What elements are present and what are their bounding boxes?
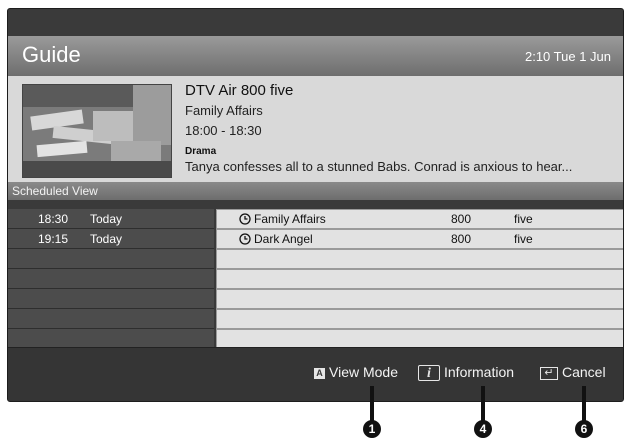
callout-line <box>370 386 374 424</box>
schedule-time-cell <box>8 249 214 269</box>
guide-footer: A View Mode i Information ↵ Cancel <box>8 347 623 401</box>
schedule-program-cell[interactable] <box>216 289 623 309</box>
scheduled-view-label: Scheduled View <box>12 184 98 198</box>
table-row[interactable]: 19:15 Today Dark Angel 800 five <box>8 229 623 249</box>
schedule-channel-number: 800 <box>451 212 472 226</box>
page-title: Guide <box>22 42 81 67</box>
table-row[interactable]: 18:30 Today Family Affairs 800 five <box>8 209 623 229</box>
info-icon: i <box>418 365 440 382</box>
program-genre: Drama <box>185 146 217 157</box>
clock-display: 2:10 Tue 1 Jun <box>524 49 611 64</box>
cancel-label: Cancel <box>562 364 606 380</box>
schedule-time-cell: 19:15 Today <box>8 229 214 249</box>
schedule-day: Today <box>90 232 123 246</box>
program-description: Tanya confesses all to a stunned Babs. C… <box>185 159 573 174</box>
schedule-program-cell[interactable] <box>216 269 623 289</box>
schedule-program-cell[interactable] <box>216 309 623 329</box>
guide-header: Guide 2:10 Tue 1 Jun <box>8 36 623 76</box>
schedule-program: Family Affairs <box>254 212 326 226</box>
channel-title: DTV Air 800 five <box>185 82 294 99</box>
schedule-time-cell <box>8 329 214 349</box>
schedule-program: Dark Angel <box>254 232 313 246</box>
schedule-time-cell <box>8 289 214 309</box>
clock-icon <box>239 213 251 225</box>
callout-number: 6 <box>575 420 593 438</box>
program-time: 18:00 - 18:30 <box>185 123 262 138</box>
schedule-day: Today <box>90 212 123 226</box>
cancel-button[interactable]: ↵ Cancel <box>540 364 606 384</box>
schedule-program-cell[interactable] <box>216 329 623 349</box>
callout-number: 1 <box>363 420 381 438</box>
schedule-program-cell[interactable]: Dark Angel 800 five <box>216 229 623 249</box>
program-thumbnail <box>22 84 172 178</box>
schedule-time-cell: 18:30 Today <box>8 209 214 229</box>
view-mode-button[interactable]: A View Mode <box>314 364 398 384</box>
clock-icon <box>239 233 251 245</box>
schedule-channel-name: five <box>514 212 533 226</box>
program-name: Family Affairs <box>185 103 263 118</box>
view-mode-label: View Mode <box>329 364 399 380</box>
schedule-time: 19:15 <box>38 232 69 246</box>
scheduled-view-bar: Scheduled View <box>8 182 623 200</box>
schedule-channel-name: five <box>514 232 533 246</box>
table-row-empty[interactable] <box>8 269 623 289</box>
schedule-time-cell <box>8 309 214 329</box>
schedule-program-cell[interactable]: Family Affairs 800 five <box>216 209 623 229</box>
table-row-empty[interactable] <box>8 249 623 269</box>
schedule-program-cell[interactable] <box>216 249 623 269</box>
information-label: Information <box>444 364 515 380</box>
callout-number: 4 <box>474 420 492 438</box>
table-row-empty[interactable] <box>8 289 623 309</box>
schedule-time: 18:30 <box>38 212 69 226</box>
schedule-time-cell <box>8 269 214 289</box>
program-info-panel: DTV Air 800 five Family Affairs 18:00 - … <box>8 76 623 182</box>
guide-screen: Guide 2:10 Tue 1 Jun DTV Air 800 five Fa… <box>7 8 624 402</box>
a-button-icon: A <box>314 367 325 379</box>
table-row-empty[interactable] <box>8 329 623 349</box>
table-row-empty[interactable] <box>8 309 623 329</box>
schedule-channel-number: 800 <box>451 232 472 246</box>
callout-line <box>481 386 485 424</box>
return-icon: ↵ <box>540 366 558 380</box>
callout-line <box>582 386 586 424</box>
information-button[interactable]: i Information <box>418 364 514 384</box>
